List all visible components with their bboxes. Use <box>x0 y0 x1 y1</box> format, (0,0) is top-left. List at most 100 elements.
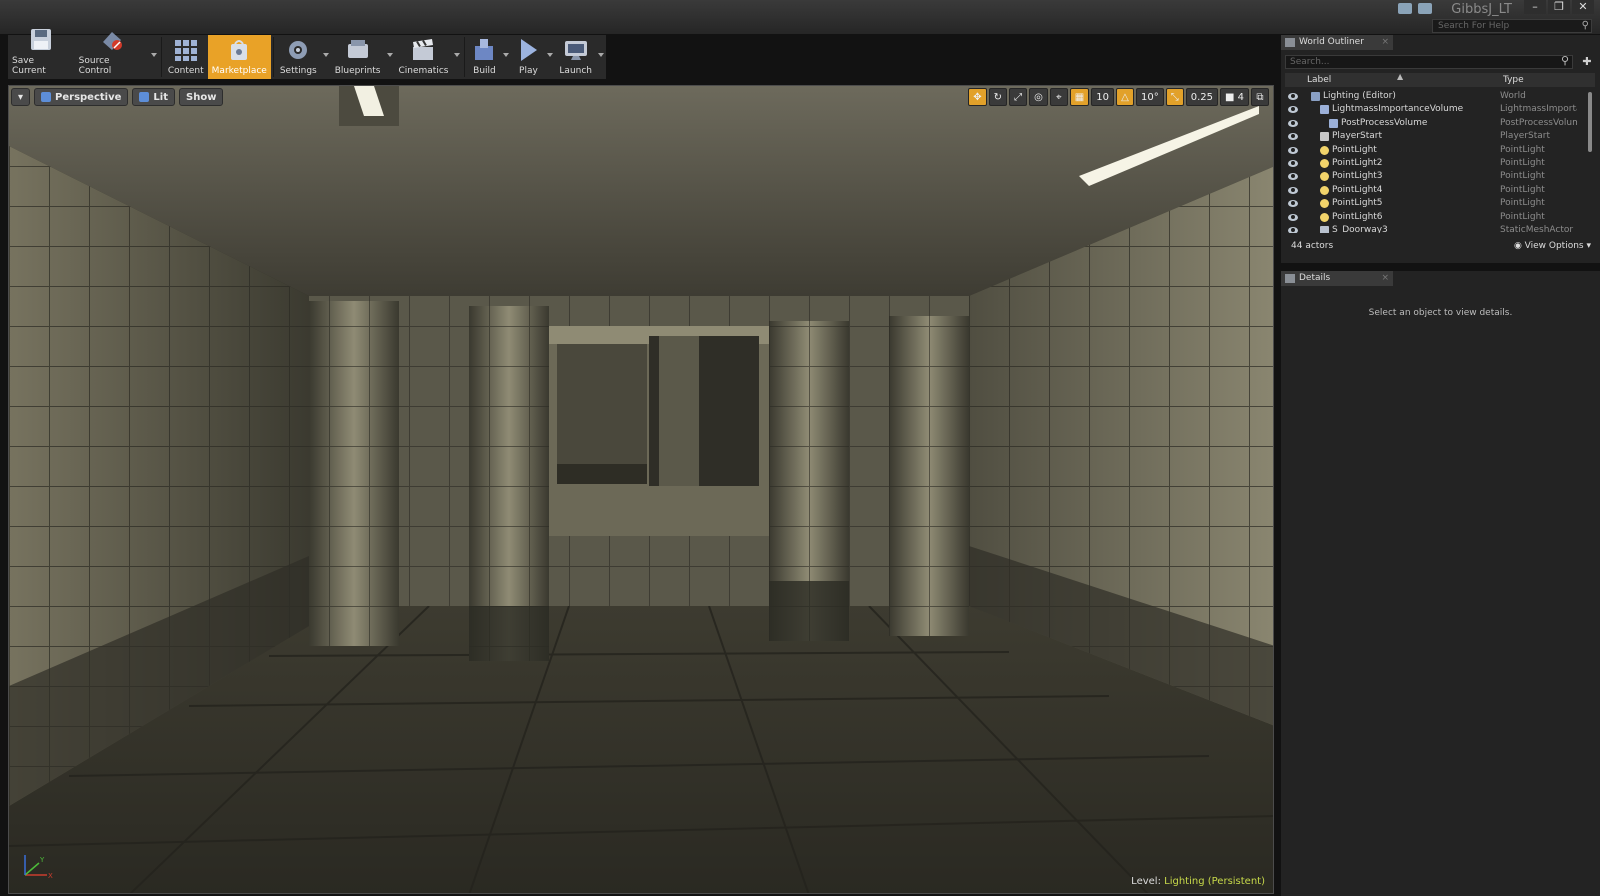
show-button[interactable]: Show <box>179 88 224 106</box>
outliner-row[interactable]: LightmassImportanceVolume LightmassImport… <box>1285 103 1577 116</box>
eye-icon: ◉ <box>1513 241 1525 251</box>
feedback-icon[interactable] <box>1418 3 1432 14</box>
rotate-mode-icon[interactable]: ↻ <box>988 88 1008 106</box>
tab-world-outliner[interactable]: World Outliner × <box>1281 35 1393 50</box>
sort-ascending-icon[interactable]: ▲ <box>1397 72 1403 81</box>
marketplace-button[interactable]: Marketplace <box>207 35 271 79</box>
visibility-eye-icon[interactable] <box>1288 159 1298 167</box>
launch-button[interactable]: Launch <box>555 35 596 79</box>
cinematics-button[interactable]: Cinematics <box>394 35 452 79</box>
help-search-input[interactable]: Search For Help ⚲ <box>1432 19 1592 33</box>
maximize-button[interactable]: ❐ <box>1548 0 1570 14</box>
outliner-row[interactable]: PointLight3 PointLight <box>1285 170 1577 183</box>
lit-icon <box>139 92 150 102</box>
outliner-row[interactable]: PointLight6 PointLight <box>1285 211 1577 224</box>
play-button[interactable]: Play <box>511 35 545 79</box>
outliner-row[interactable]: S_Doorway3 StaticMeshActor <box>1285 224 1577 233</box>
close-button[interactable]: ✕ <box>1572 0 1594 14</box>
visibility-eye-icon[interactable] <box>1288 119 1298 127</box>
visibility-eye-icon[interactable] <box>1288 200 1298 208</box>
actor-type-icon <box>1320 105 1329 115</box>
outliner-row[interactable]: PointLight5 PointLight <box>1285 197 1577 210</box>
details-panel: Details × Select an object to view detai… <box>1281 271 1600 896</box>
save-icon <box>28 28 54 52</box>
axis-x-label: X <box>48 872 53 880</box>
launch-dropdown[interactable] <box>596 35 606 79</box>
outliner-scrollbar[interactable] <box>1588 92 1592 152</box>
settings-button[interactable]: Settings <box>276 35 321 79</box>
visibility-eye-icon[interactable] <box>1288 226 1298 233</box>
outliner-row[interactable]: PointLight PointLight <box>1285 144 1577 157</box>
outliner-row[interactable]: PointLight2 PointLight <box>1285 157 1577 170</box>
notification-icons[interactable] <box>1398 3 1432 14</box>
blueprints-dropdown[interactable] <box>385 35 395 79</box>
scale-snap-icon[interactable]: ⤡ <box>1165 88 1184 106</box>
surface-snap-icon[interactable]: ⌖ <box>1049 88 1068 106</box>
outliner-row[interactable]: PlayerStart PlayerStart <box>1285 130 1577 143</box>
view-options-button[interactable]: ◉ View Options ▾ <box>1514 241 1591 251</box>
translate-mode-icon[interactable]: ✥ <box>968 88 987 106</box>
rotation-snap-value[interactable]: 10° <box>1135 88 1164 106</box>
scale-snap-value[interactable]: 0.25 <box>1185 88 1218 106</box>
level-label: Level: <box>1131 876 1161 887</box>
level-viewport[interactable]: ▾ Perspective Lit Show ✥ ↻ ⤢ ◎ ⌖ ▦ 10 △ … <box>8 85 1274 894</box>
details-tab-label: Details <box>1299 273 1331 283</box>
build-dropdown[interactable] <box>501 35 511 79</box>
viewport-toolbar: ▾ Perspective Lit Show <box>11 88 224 106</box>
visibility-eye-icon[interactable] <box>1288 93 1298 100</box>
actor-type: StaticMeshActor <box>1500 224 1574 233</box>
actor-type-icon <box>1320 199 1329 209</box>
build-button[interactable]: Build <box>467 35 501 79</box>
actor-type: PointLight <box>1500 171 1545 182</box>
outliner-row[interactable]: Lighting (Editor) World <box>1285 90 1577 103</box>
actor-type-icon <box>1320 172 1329 182</box>
chat-icon[interactable] <box>1398 3 1412 14</box>
visibility-eye-icon[interactable] <box>1288 106 1298 114</box>
level-value: Lighting (Persistent) <box>1164 876 1265 887</box>
label-column-header[interactable]: Label <box>1307 75 1331 85</box>
outliner-search-input[interactable]: Search... ⚲ <box>1285 55 1573 69</box>
close-tab-icon[interactable]: × <box>1381 271 1389 286</box>
actor-type: PointLight <box>1500 184 1545 195</box>
source-control-button[interactable]: Source Control <box>75 32 149 79</box>
rotation-snap-icon[interactable]: △ <box>1115 88 1134 106</box>
actor-type: PlayerStart <box>1500 131 1550 142</box>
visibility-eye-icon[interactable] <box>1288 186 1298 194</box>
visibility-eye-icon[interactable] <box>1288 213 1298 221</box>
save-current-button[interactable]: Save Current <box>8 29 75 79</box>
actor-type: PointLight <box>1500 157 1545 168</box>
viewport-options-button[interactable]: ▾ <box>11 88 31 106</box>
lit-button[interactable]: Lit <box>132 88 175 106</box>
maximize-viewport-icon[interactable]: ⧉ <box>1251 88 1269 106</box>
cinematics-label: Cinematics <box>398 66 449 76</box>
camera-speed-button[interactable]: ■ 4 <box>1219 88 1249 106</box>
transform-toolbar: ✥ ↻ ⤢ ◎ ⌖ ▦ 10 △ 10° ⤡ 0.25 ■ 4 ⧉ <box>968 88 1269 106</box>
world-space-icon[interactable]: ◎ <box>1029 88 1048 106</box>
add-filter-icon[interactable]: ✚ <box>1580 55 1594 69</box>
scale-mode-icon[interactable]: ⤢ <box>1009 88 1028 106</box>
play-dropdown[interactable] <box>545 35 555 79</box>
visibility-eye-icon[interactable] <box>1288 133 1298 141</box>
camera-icon: ■ <box>1224 91 1238 103</box>
close-tab-icon[interactable]: × <box>1381 35 1389 50</box>
source-control-dropdown[interactable] <box>149 35 159 79</box>
outliner-row[interactable]: PostProcessVolume PostProcessVolume <box>1285 117 1577 130</box>
minimize-button[interactable]: – <box>1524 0 1546 14</box>
settings-label: Settings <box>279 66 317 76</box>
content-button[interactable]: Content <box>164 35 208 79</box>
cinematics-dropdown[interactable] <box>452 35 462 79</box>
settings-dropdown[interactable] <box>321 35 331 79</box>
tab-details[interactable]: Details × <box>1281 271 1393 286</box>
visibility-eye-icon[interactable] <box>1288 173 1298 181</box>
grid-snap-value[interactable]: 10 <box>1091 88 1114 106</box>
perspective-button[interactable]: Perspective <box>34 88 129 106</box>
perspective-icon <box>41 92 52 102</box>
blueprints-button[interactable]: Blueprints <box>331 35 385 79</box>
type-column-header[interactable]: Type <box>1503 75 1524 85</box>
camera-speed-value: 4 <box>1237 91 1244 103</box>
outliner-row[interactable]: PointLight4 PointLight <box>1285 184 1577 197</box>
save-current-label: Save Current <box>12 56 46 76</box>
actor-name: PointLight <box>1332 144 1377 155</box>
grid-snap-icon[interactable]: ▦ <box>1069 88 1090 106</box>
visibility-eye-icon[interactable] <box>1288 146 1298 154</box>
